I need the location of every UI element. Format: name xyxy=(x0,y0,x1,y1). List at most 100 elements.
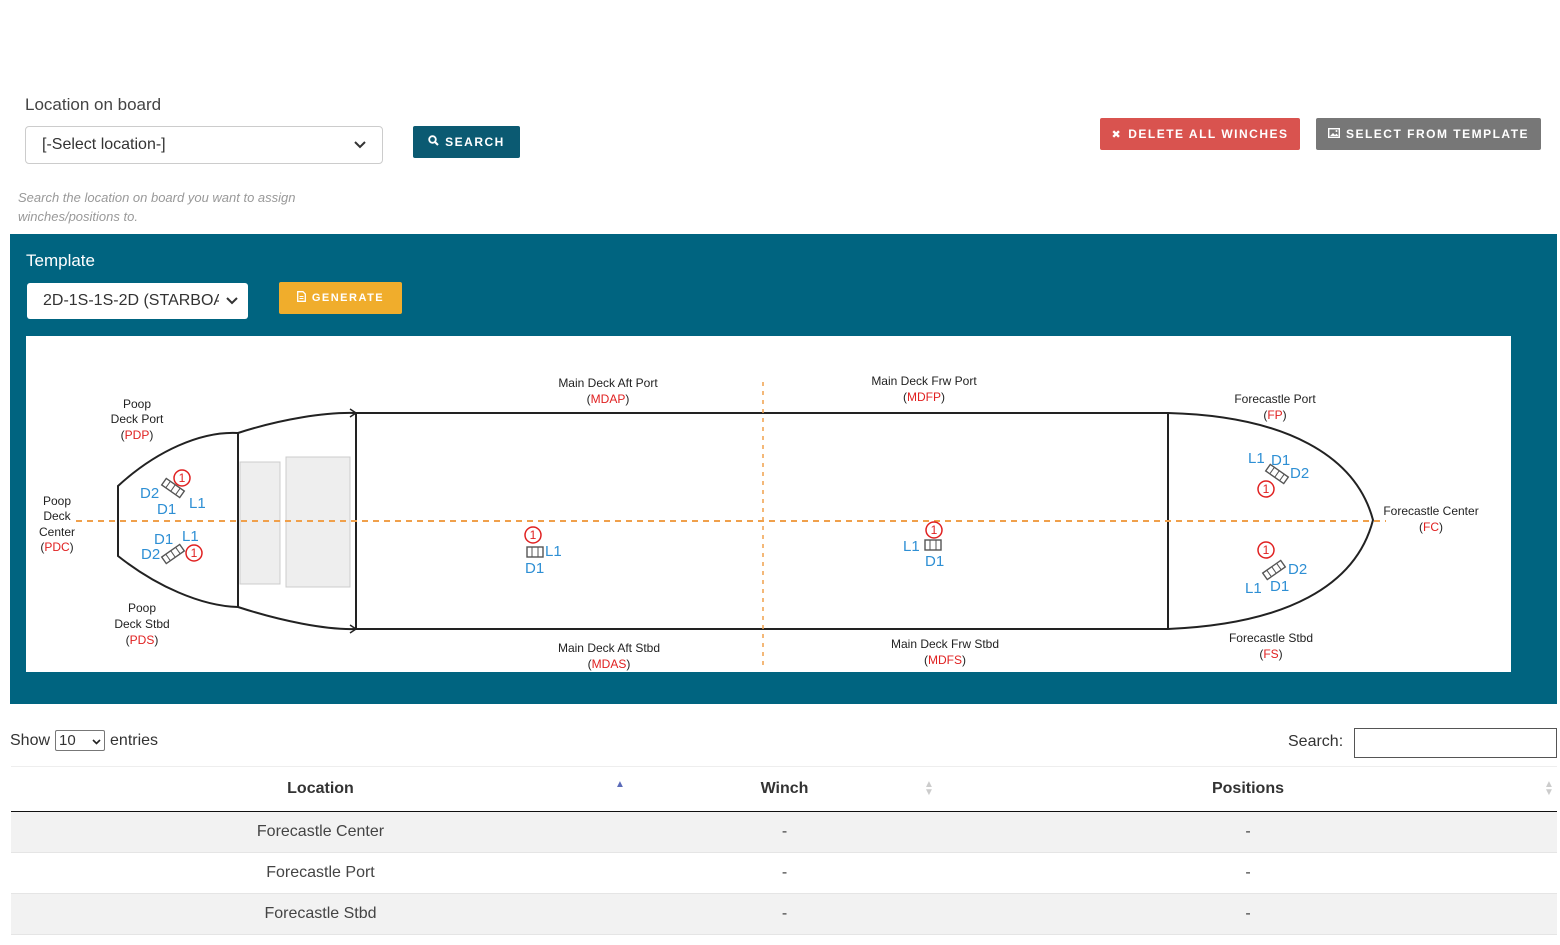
template-label: Template xyxy=(26,251,95,270)
area-label-pds: Poop xyxy=(128,601,156,615)
file-icon xyxy=(296,291,306,305)
sort-both-icon: ▲ ▼ xyxy=(1544,779,1554,798)
generate-button-label: GENERATE xyxy=(311,292,385,304)
chevron-down-icon xyxy=(92,732,101,749)
column-header-label: Positions xyxy=(1211,780,1284,797)
winch-label-d1: D1 xyxy=(1270,578,1289,595)
location-select[interactable]: [-Select location-] xyxy=(25,126,383,164)
column-header-positions[interactable]: Positions ▲ ▼ xyxy=(939,767,1557,811)
location-help-text: Search the location on board you want to… xyxy=(18,190,296,224)
area-label-mdfp: Main Deck Frw Port xyxy=(871,374,977,388)
area-label-pds: Deck Stbd xyxy=(114,617,169,631)
template-select-value: 2D-1S-1S-2D (STARBOARD) xyxy=(43,292,219,309)
area-label-fs: (FS) xyxy=(1259,647,1282,661)
image-icon xyxy=(1327,127,1340,141)
location-label: Location on board xyxy=(25,95,162,114)
winch-label-d1: D1 xyxy=(925,553,944,570)
table-header: Location ▲ Winch ▲ ▼ Positions ▲ ▼ xyxy=(11,766,1557,812)
locations-table: Location ▲ Winch ▲ ▼ Positions ▲ ▼ Forecas… xyxy=(11,766,1557,935)
winch-label-d2: D2 xyxy=(141,546,160,563)
cell-positions: - xyxy=(1245,864,1251,881)
entries-label: entries xyxy=(110,731,159,749)
winch-mdfp xyxy=(924,539,942,551)
marker-number: 1 xyxy=(530,528,537,542)
winch-label-l1: L1 xyxy=(189,495,206,512)
delete-all-winches-button[interactable]: ✖ DELETE ALL WINCHES xyxy=(1100,118,1300,150)
marker-number: 1 xyxy=(931,523,938,537)
column-header-location[interactable]: Location ▲ xyxy=(11,767,630,811)
area-label-pdp: (PDP) xyxy=(121,428,154,442)
winch-mdap xyxy=(526,546,544,558)
winch-label-d1: D1 xyxy=(157,501,176,518)
area-label-mdap: Main Deck Aft Port xyxy=(558,376,658,390)
show-label: Show xyxy=(10,731,51,749)
winch-label-d2: D2 xyxy=(1290,465,1309,482)
area-label-pdc: Center xyxy=(39,525,75,539)
area-label-mdfs: (MDFS) xyxy=(924,653,966,667)
area-label-mdas: (MDAS) xyxy=(588,657,631,671)
column-header-label: Winch xyxy=(760,780,809,797)
select-from-template-label: SELECT FROM TEMPLATE xyxy=(1345,127,1530,141)
marker-number: 1 xyxy=(191,546,198,560)
area-label-pds: (PDS) xyxy=(126,633,159,647)
search-button-label: SEARCH xyxy=(445,135,505,149)
winch-label-l1: L1 xyxy=(1248,450,1265,467)
sort-both-icon: ▲ ▼ xyxy=(924,779,934,798)
winch-label-l1: L1 xyxy=(903,538,920,555)
area-label-pdc: (PDC) xyxy=(40,540,73,554)
delete-all-winches-label: DELETE ALL WINCHES xyxy=(1128,127,1289,141)
table-row: Forecastle Port - - xyxy=(11,853,1557,894)
table-search-label: Search: xyxy=(1288,733,1344,750)
column-header-winch[interactable]: Winch ▲ ▼ xyxy=(630,767,939,811)
close-icon: ✖ xyxy=(1111,128,1123,141)
template-select[interactable]: 2D-1S-1S-2D (STARBOARD) xyxy=(27,283,248,319)
marker-number: 1 xyxy=(179,471,186,485)
ship-deck-diagram: Poop Deck Port (PDP) Poop Deck Center (P… xyxy=(26,336,1511,672)
location-select-value: [-Select location-] xyxy=(42,136,166,153)
cell-location: Forecastle Port xyxy=(266,864,375,881)
chevron-down-icon xyxy=(226,292,238,310)
winch-label-d2: D2 xyxy=(1288,561,1307,578)
area-label-mdap: (MDAP) xyxy=(587,392,630,406)
column-header-label: Location xyxy=(287,780,354,797)
select-from-template-button[interactable]: SELECT FROM TEMPLATE xyxy=(1316,118,1541,150)
winch-label-l1: L1 xyxy=(182,528,199,545)
winch-label-l1: L1 xyxy=(545,543,562,560)
winch-label-d2: D2 xyxy=(140,485,159,502)
chevron-down-icon xyxy=(354,136,366,154)
table-search-input[interactable] xyxy=(1354,728,1557,758)
generate-button[interactable]: GENERATE xyxy=(279,282,402,314)
winch-label-d1: D1 xyxy=(525,560,544,577)
area-label-pdp: Poop xyxy=(123,397,151,411)
cell-positions: - xyxy=(1245,905,1251,922)
entries-select-value: 10 xyxy=(59,732,76,749)
area-label-fs: Forecastle Stbd xyxy=(1229,631,1313,645)
area-label-fc: Forecastle Center xyxy=(1383,504,1478,518)
winch-label-l1: L1 xyxy=(1245,580,1262,597)
area-label-mdfp: (MDFP) xyxy=(903,390,945,404)
deck-house-aft xyxy=(239,461,281,585)
table-row: Forecastle Center - - xyxy=(11,812,1557,853)
search-icon xyxy=(428,135,439,149)
area-label-mdas: Main Deck Aft Stbd xyxy=(558,641,660,655)
cell-winch: - xyxy=(781,905,788,922)
cell-location: Forecastle Center xyxy=(256,823,385,840)
area-label-mdfs: Main Deck Frw Stbd xyxy=(891,637,999,651)
marker-number: 1 xyxy=(1263,543,1270,557)
entries-select[interactable]: 10 xyxy=(55,730,106,751)
table-row: Forecastle Stbd - - xyxy=(11,894,1557,935)
cell-positions: - xyxy=(1245,823,1251,840)
marker-number: 1 xyxy=(1263,482,1270,496)
cell-winch: - xyxy=(781,823,788,840)
area-label-fp: (FP) xyxy=(1263,408,1286,422)
area-label-pdc: Deck xyxy=(43,509,71,523)
cell-location: Forecastle Stbd xyxy=(264,905,377,922)
cell-winch: - xyxy=(781,864,788,881)
search-button[interactable]: SEARCH xyxy=(413,126,520,158)
area-label-fc: (FC) xyxy=(1419,520,1443,534)
entries-length-control: Show 10 entries xyxy=(10,730,158,751)
winch-label-d1: D1 xyxy=(1271,452,1290,469)
area-label-pdc: Poop xyxy=(43,494,71,508)
area-label-pdp: Deck Port xyxy=(111,412,164,426)
sort-asc-icon: ▲ xyxy=(615,779,625,790)
